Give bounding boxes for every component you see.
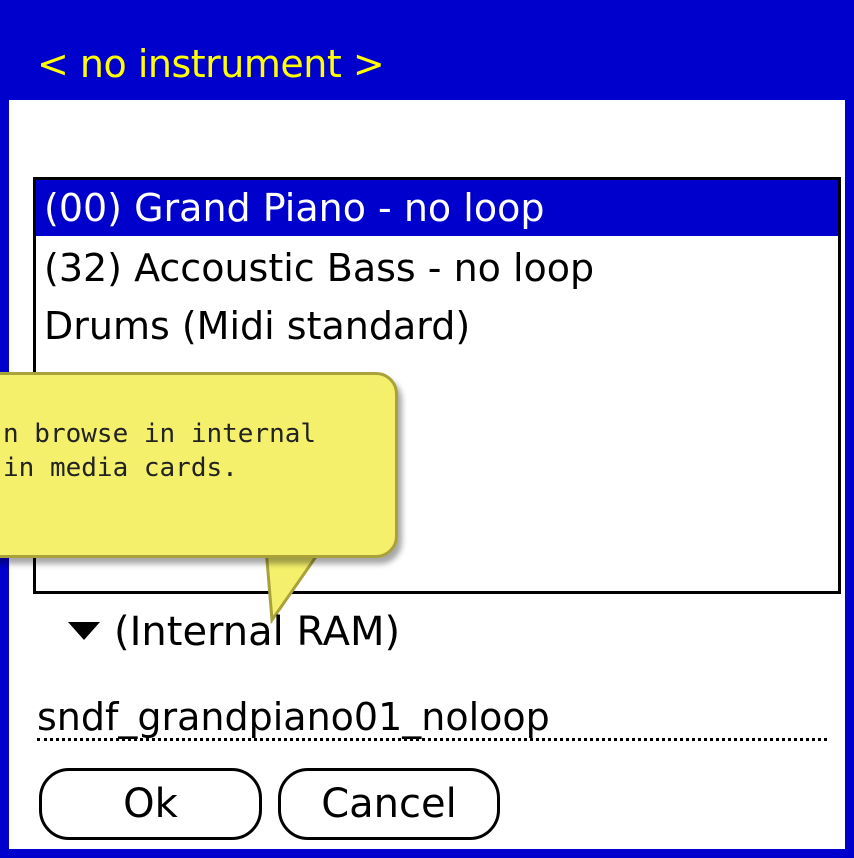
triangle-down-icon	[68, 622, 100, 640]
list-item-drums[interactable]: Drums (Midi standard)	[36, 298, 838, 354]
list-item-grand-piano[interactable]: (00) Grand Piano - no loop	[36, 180, 838, 236]
location-selector[interactable]: (Internal RAM)	[68, 602, 400, 662]
tooltip-line-1: n browse in internal	[3, 419, 317, 449]
tooltip-text: n browse in internal in media cards.	[3, 417, 398, 485]
dialog-titlebar: < no instrument >	[9, 0, 845, 100]
tooltip-line-2: in media cards.	[3, 453, 238, 483]
dialog-title: < no instrument >	[37, 42, 385, 86]
filename-underline	[37, 738, 827, 741]
location-value: (Internal RAM)	[114, 609, 401, 655]
help-tooltip: n browse in internal in media cards.	[0, 372, 398, 558]
filename-field[interactable]: sndf_grandpiano01_noloop	[37, 690, 827, 744]
cancel-button[interactable]: Cancel	[278, 768, 500, 840]
list-item-accoustic-bass[interactable]: (32) Accoustic Bass - no loop	[36, 240, 838, 296]
ok-button[interactable]: Ok	[39, 768, 262, 840]
